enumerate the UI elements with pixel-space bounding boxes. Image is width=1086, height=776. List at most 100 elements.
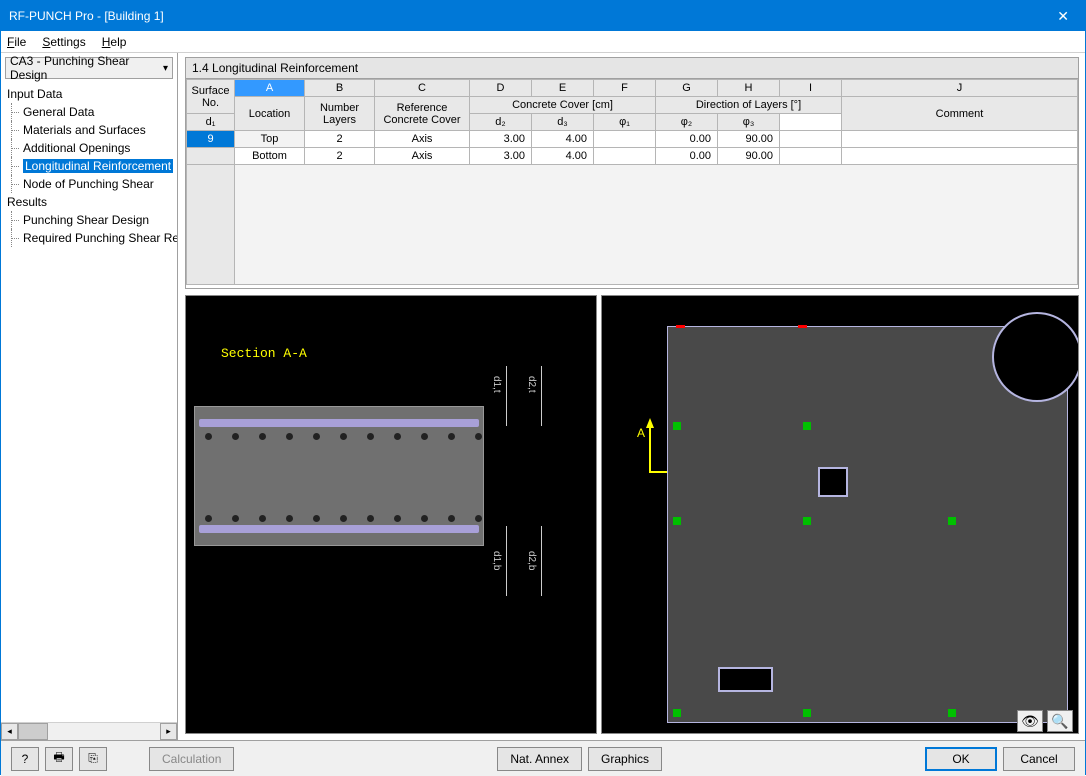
section-label: Section A-A: [221, 346, 307, 361]
dim-d1t: d1,t: [491, 376, 502, 393]
hdr-p2: φ₂: [656, 114, 718, 131]
col-C[interactable]: C: [375, 80, 470, 97]
cancel-button[interactable]: Cancel: [1003, 747, 1075, 771]
nat-annex-button[interactable]: Nat. Annex: [497, 747, 582, 771]
tree-item-materials[interactable]: Materials and Surfaces: [1, 121, 177, 139]
menu-file[interactable]: File: [7, 35, 26, 49]
dim-line: [506, 366, 507, 426]
dim-d2b: d2,b: [526, 551, 537, 570]
col-F[interactable]: F: [594, 80, 656, 97]
hdr-d1: d₁: [187, 114, 235, 131]
section-view[interactable]: Section A-A d1,t d2,t d1,b d2,b: [185, 295, 597, 734]
col-D[interactable]: D: [470, 80, 532, 97]
data-table: SurfaceNo. A B C D E F G H I J Location …: [185, 79, 1079, 289]
plan-outline: [667, 326, 1068, 723]
help-button[interactable]: ?: [11, 747, 39, 771]
hdr-cover: Concrete Cover [cm]: [470, 97, 656, 114]
tree-item-openings[interactable]: Additional Openings: [1, 139, 177, 157]
dim-line: [541, 366, 542, 426]
dim-d1b: d1,b: [491, 551, 502, 570]
export-button[interactable]: ⎘: [79, 747, 107, 771]
close-icon[interactable]: ✕: [1049, 8, 1077, 25]
print-icon: 🖶: [53, 748, 64, 769]
green-node: [673, 709, 681, 717]
help-icon: ?: [22, 752, 29, 766]
hdr-location: Location: [235, 97, 305, 131]
dim-d2t: d2,t: [526, 376, 537, 393]
tree-item-required[interactable]: Required Punching Shear Reinf: [1, 229, 177, 247]
tree-results-header: Results: [1, 193, 177, 211]
scroll-track[interactable]: [48, 723, 160, 740]
titlebar: RF-PUNCH Pro - [Building 1] ✕: [1, 1, 1085, 31]
sidebar: CA3 - Punching Shear Design ▾ Input Data…: [1, 53, 178, 740]
export-icon: ⎘: [88, 751, 98, 766]
col-I[interactable]: I: [780, 80, 842, 97]
table-row[interactable]: Bottom 2 Axis 3.00 4.00 0.00 90.00: [187, 148, 1078, 165]
green-node: [803, 709, 811, 717]
zoom-icon[interactable]: 🔍: [1047, 710, 1073, 732]
column-sq: [818, 467, 848, 497]
footer: ? 🖶 ⎘ Calculation Nat. Annex Graphics OK…: [1, 740, 1085, 776]
menu-settings[interactable]: Settings: [42, 35, 85, 49]
visualization-area: Section A-A d1,t d2,t d1,b d2,b A: [185, 295, 1079, 734]
axis-line-h: [649, 471, 669, 473]
hdr-p1: φ₁: [594, 114, 656, 131]
chevron-down-icon: ▾: [163, 63, 168, 74]
green-node: [803, 517, 811, 525]
scroll-thumb[interactable]: [18, 723, 48, 740]
hdr-numlayers: NumberLayers: [305, 97, 375, 131]
col-H[interactable]: H: [718, 80, 780, 97]
col-G[interactable]: G: [656, 80, 718, 97]
tree: Input Data General Data Materials and Su…: [1, 83, 177, 722]
graphics-button[interactable]: Graphics: [588, 747, 662, 771]
case-dropdown[interactable]: CA3 - Punching Shear Design ▾: [5, 57, 173, 79]
col-B[interactable]: B: [305, 80, 375, 97]
axis-label-a: A: [637, 426, 645, 440]
axis-line-v: [649, 428, 651, 473]
top-bar: [199, 419, 479, 427]
green-node: [948, 517, 956, 525]
tree-input-header: Input Data: [1, 85, 177, 103]
print-button[interactable]: 🖶: [45, 747, 73, 771]
hdr-ref: ReferenceConcrete Cover: [375, 97, 470, 131]
sidebar-hscroll[interactable]: ◂ ▸: [1, 722, 177, 740]
hdr-d2: d₂: [470, 114, 532, 131]
dim-line: [541, 526, 542, 596]
col-J[interactable]: J: [842, 80, 1078, 97]
col-E[interactable]: E: [532, 80, 594, 97]
hdr-dir: Direction of Layers [°]: [656, 97, 842, 114]
col-A[interactable]: A: [235, 80, 305, 97]
dim-line: [506, 526, 507, 596]
green-node: [673, 422, 681, 430]
green-node: [673, 517, 681, 525]
menubar: File Settings Help: [1, 31, 1085, 53]
scroll-left-icon[interactable]: ◂: [1, 723, 18, 740]
ok-button[interactable]: OK: [925, 747, 997, 771]
opening-rect: [718, 667, 773, 692]
slab-section: [194, 406, 484, 546]
scroll-right-icon[interactable]: ▸: [160, 723, 177, 740]
plan-view[interactable]: A: [601, 295, 1079, 734]
red-node: [676, 325, 685, 328]
green-node: [803, 422, 811, 430]
calculation-button[interactable]: Calculation: [149, 747, 234, 771]
eye-icon[interactable]: 👁: [1017, 710, 1043, 732]
tree-item-longitudinal[interactable]: Longitudinal Reinforcement: [1, 157, 177, 175]
col-surface: SurfaceNo.: [187, 80, 235, 114]
main-area: 1.4 Longitudinal Reinforcement SurfaceNo…: [178, 53, 1085, 740]
view-tools: 👁 🔍: [1017, 710, 1073, 732]
green-node: [948, 709, 956, 717]
tree-item-general[interactable]: General Data: [1, 103, 177, 121]
panel-title: 1.4 Longitudinal Reinforcement: [185, 57, 1079, 79]
menu-help[interactable]: Help: [102, 35, 127, 49]
bottom-bar: [199, 525, 479, 533]
case-label: CA3 - Punching Shear Design: [10, 54, 163, 82]
opening-circle: [992, 312, 1079, 402]
window-title: RF-PUNCH Pro - [Building 1]: [9, 9, 164, 23]
axis-arrow: [646, 418, 654, 428]
tree-item-punching[interactable]: Punching Shear Design: [1, 211, 177, 229]
table-row[interactable]: 9 Top 2 Axis 3.00 4.00 0.00 90.00: [187, 131, 1078, 148]
hdr-comment: Comment: [842, 97, 1078, 131]
tree-item-node[interactable]: Node of Punching Shear: [1, 175, 177, 193]
red-node: [798, 325, 807, 328]
